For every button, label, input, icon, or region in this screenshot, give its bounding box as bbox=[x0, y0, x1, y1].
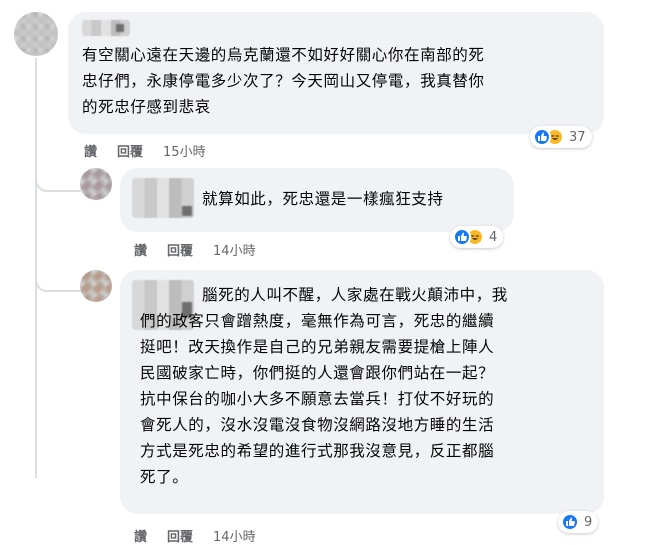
reaction-summary[interactable]: 9 bbox=[558, 511, 599, 533]
timestamp[interactable]: 14小時 bbox=[213, 526, 256, 545]
like-button[interactable]: 讚 bbox=[134, 526, 147, 545]
timestamp[interactable]: 14小時 bbox=[213, 240, 256, 259]
comment-actions: 讚 回覆 15小時 bbox=[84, 141, 206, 160]
comment-actions: 讚 回覆 14小時 bbox=[134, 526, 256, 545]
timestamp[interactable]: 15小時 bbox=[163, 141, 206, 160]
comment-text: 腦死的人叫不醒，人家處在戰火顛沛中，我 bbox=[202, 286, 508, 304]
reply-button[interactable]: 回覆 bbox=[167, 526, 193, 545]
reaction-count: 4 bbox=[489, 229, 498, 245]
reaction-count: 9 bbox=[584, 514, 593, 530]
commenter-name-redacted[interactable] bbox=[82, 20, 130, 36]
like-icon bbox=[533, 128, 551, 146]
avatar[interactable] bbox=[14, 12, 58, 56]
reaction-summary[interactable]: 37 bbox=[530, 126, 592, 148]
reply-button[interactable]: 回覆 bbox=[167, 240, 193, 259]
reaction-count: 37 bbox=[569, 129, 586, 145]
reply-bubble: 就算如此，死忠還是一樣瘋狂支持 bbox=[120, 168, 514, 232]
comment-text: 們的政客只會蹭熱度，毫無作為可言，死忠的繼續 挺吧！改天換作是自己的兄弟親友需要… bbox=[140, 312, 495, 486]
comment-actions: 讚 回覆 14小時 bbox=[134, 240, 256, 259]
avatar[interactable] bbox=[80, 168, 112, 200]
reply-bubble: 腦死的人叫不醒，人家處在戰火顛沛中，我 們的政客只會蹭熱度，毫無作為可言，死忠的… bbox=[120, 270, 604, 514]
comment-bubble: 有空關心遠在天邊的烏克蘭還不如好好關心你在南部的死 忠仔們，永康停電多少次了？今… bbox=[68, 12, 604, 134]
like-icon bbox=[561, 513, 579, 531]
thread-line bbox=[35, 58, 37, 478]
like-button[interactable]: 讚 bbox=[84, 141, 97, 160]
thread-connector bbox=[35, 176, 81, 192]
commenter-name-redacted[interactable] bbox=[132, 178, 194, 218]
comment-text: 就算如此，死忠還是一樣瘋狂支持 bbox=[202, 190, 444, 208]
avatar[interactable] bbox=[80, 270, 112, 302]
like-icon bbox=[453, 228, 471, 246]
thread-connector bbox=[35, 276, 81, 292]
reply-button[interactable]: 回覆 bbox=[117, 141, 143, 160]
like-button[interactable]: 讚 bbox=[134, 240, 147, 259]
comment-text: 有空關心遠在天邊的烏克蘭還不如好好關心你在南部的死 忠仔們，永康停電多少次了？今… bbox=[82, 46, 485, 116]
reaction-summary[interactable]: 4 bbox=[450, 226, 504, 248]
